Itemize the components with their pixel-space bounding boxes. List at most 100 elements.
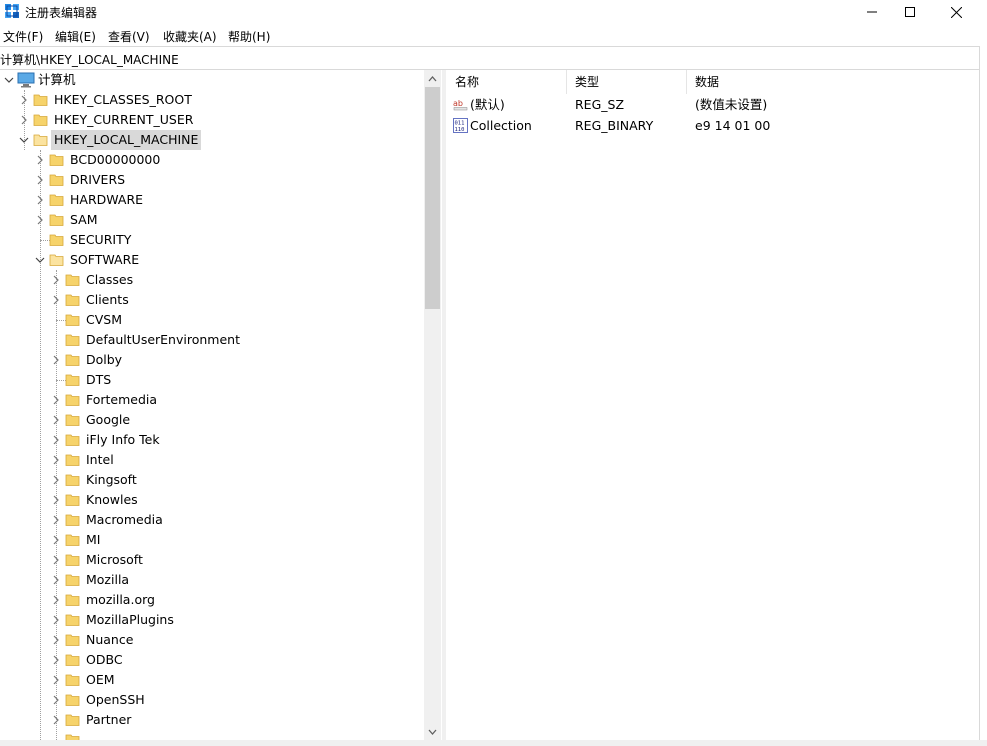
address-bar[interactable]: 计算机\HKEY_LOCAL_MACHINE [0,46,980,70]
chevron-right-icon[interactable] [35,215,45,225]
value-row[interactable]: 011 110 Collection REG_BINARY e9 14 01 0… [447,115,979,136]
tree-item-label: iFly Info Tek [86,432,160,447]
folder-icon [65,294,80,306]
tree-item-software-child[interactable]: DTS [0,370,420,390]
value-type: REG_BINARY [575,118,654,133]
tree-item-partial[interactable] [0,730,420,740]
chevron-down-icon[interactable] [19,135,29,145]
chevron-right-icon[interactable] [35,155,45,165]
tree-item-software-child[interactable]: Dolby [0,350,420,370]
folder-icon [65,714,80,726]
computer-icon [17,72,35,88]
pane-splitter[interactable] [442,70,446,740]
tree-item-software-child[interactable]: OEM [0,670,420,690]
chevron-right-icon[interactable] [35,195,45,205]
chevron-right-icon[interactable] [35,175,45,185]
tree-item-software-child[interactable]: Fortemedia [0,390,420,410]
chevron-right-icon[interactable] [19,115,29,125]
tree-item-hkcr[interactable]: HKEY_CLASSES_ROOT [0,90,420,110]
tree-item-software-child[interactable]: mozilla.org [0,590,420,610]
chevron-right-icon[interactable] [51,555,61,565]
chevron-right-icon[interactable] [51,635,61,645]
scroll-thumb[interactable] [425,87,440,309]
svg-text:110: 110 [455,127,465,133]
tree-item-software-child[interactable]: MI [0,530,420,550]
tree-item-software-child[interactable]: ODBC [0,650,420,670]
tree-item-software-child[interactable]: Mozilla [0,570,420,590]
tree-item-computer[interactable]: 计算机 [0,70,420,90]
chevron-down-icon[interactable] [4,75,14,85]
close-button[interactable] [933,0,979,24]
chevron-right-icon[interactable] [51,515,61,525]
value-name: Collection [470,118,532,133]
menu-view[interactable]: 查看(V) [108,28,150,45]
tree-item-software-child[interactable]: OpenSSH [0,690,420,710]
column-header-type[interactable]: 类型 [567,70,687,94]
chevron-right-icon[interactable] [51,395,61,405]
chevron-right-icon[interactable] [51,575,61,585]
menu-file[interactable]: 文件(F) [3,28,43,45]
scroll-up-button[interactable] [424,70,441,87]
tree-item-bcd[interactable]: BCD00000000 [0,150,420,170]
tree-item-software-child[interactable]: Google [0,410,420,430]
chevron-right-icon[interactable] [51,675,61,685]
tree-item-software-child[interactable]: Classes [0,270,420,290]
tree-item-software-child[interactable]: Kingsoft [0,470,420,490]
tree-item-security[interactable]: SECURITY [0,230,420,250]
folder-icon [65,394,80,406]
chevron-right-icon[interactable] [51,595,61,605]
tree-item-software-child[interactable]: CVSM [0,310,420,330]
chevron-right-icon[interactable] [51,415,61,425]
chevron-down-icon[interactable] [35,255,45,265]
tree-item-label: Microsoft [86,552,143,567]
folder-icon [49,214,64,226]
tree-item-software-child[interactable]: Microsoft [0,550,420,570]
tree-item-label: DRIVERS [70,172,126,187]
maximize-button[interactable] [887,0,933,24]
tree-item-software-child[interactable]: Knowles [0,490,420,510]
address-path[interactable]: 计算机\HKEY_LOCAL_MACHINE [0,51,179,68]
tree-item-software-child[interactable]: DefaultUserEnvironment [0,330,420,350]
svg-text:ab: ab [453,99,463,108]
tree-item-sam[interactable]: SAM [0,210,420,230]
chevron-right-icon[interactable] [19,95,29,105]
chevron-right-icon[interactable] [51,355,61,365]
tree-item-software-child[interactable]: MozillaPlugins [0,610,420,630]
menu-help[interactable]: 帮助(H) [228,28,270,45]
column-header-name[interactable]: 名称 [447,70,567,94]
value-row[interactable]: ab (默认) REG_SZ (数值未设置) [447,94,979,115]
tree-item-software-child[interactable]: Partner [0,710,420,730]
tree-item-label: CVSM [86,312,122,327]
chevron-right-icon[interactable] [51,715,61,725]
tree-item-software-child[interactable]: iFly Info Tek [0,430,420,450]
chevron-right-icon[interactable] [51,435,61,445]
folder-icon [49,154,64,166]
menu-edit[interactable]: 编辑(E) [55,28,96,45]
tree-item-hklm[interactable]: HKEY_LOCAL_MACHINE [0,130,420,150]
folder-icon [49,194,64,206]
tree-item-label: 计算机 [38,72,76,87]
tree-item-software-child[interactable]: Clients [0,290,420,310]
tree-item-software-child[interactable]: Nuance [0,630,420,650]
chevron-right-icon[interactable] [51,455,61,465]
tree-item-drivers[interactable]: DRIVERS [0,170,420,190]
tree-item-software-child[interactable]: Macromedia [0,510,420,530]
chevron-right-icon[interactable] [51,615,61,625]
chevron-right-icon[interactable] [51,695,61,705]
tree-item-hardware[interactable]: HARDWARE [0,190,420,210]
chevron-down-icon [428,729,437,735]
tree-item-software[interactable]: SOFTWARE [0,250,420,270]
chevron-right-icon[interactable] [51,275,61,285]
column-header-data[interactable]: 数据 [687,70,837,94]
tree-item-software-child[interactable]: Intel [0,450,420,470]
string-value-icon: ab [453,99,468,111]
scroll-down-button[interactable] [424,723,441,740]
tree-scrollbar[interactable] [424,70,441,740]
chevron-right-icon[interactable] [51,495,61,505]
tree-item-hkcu[interactable]: HKEY_CURRENT_USER [0,110,420,130]
chevron-right-icon[interactable] [51,535,61,545]
chevron-right-icon[interactable] [51,655,61,665]
menu-favorites[interactable]: 收藏夹(A) [163,28,217,45]
chevron-right-icon[interactable] [51,475,61,485]
chevron-right-icon[interactable] [51,295,61,305]
